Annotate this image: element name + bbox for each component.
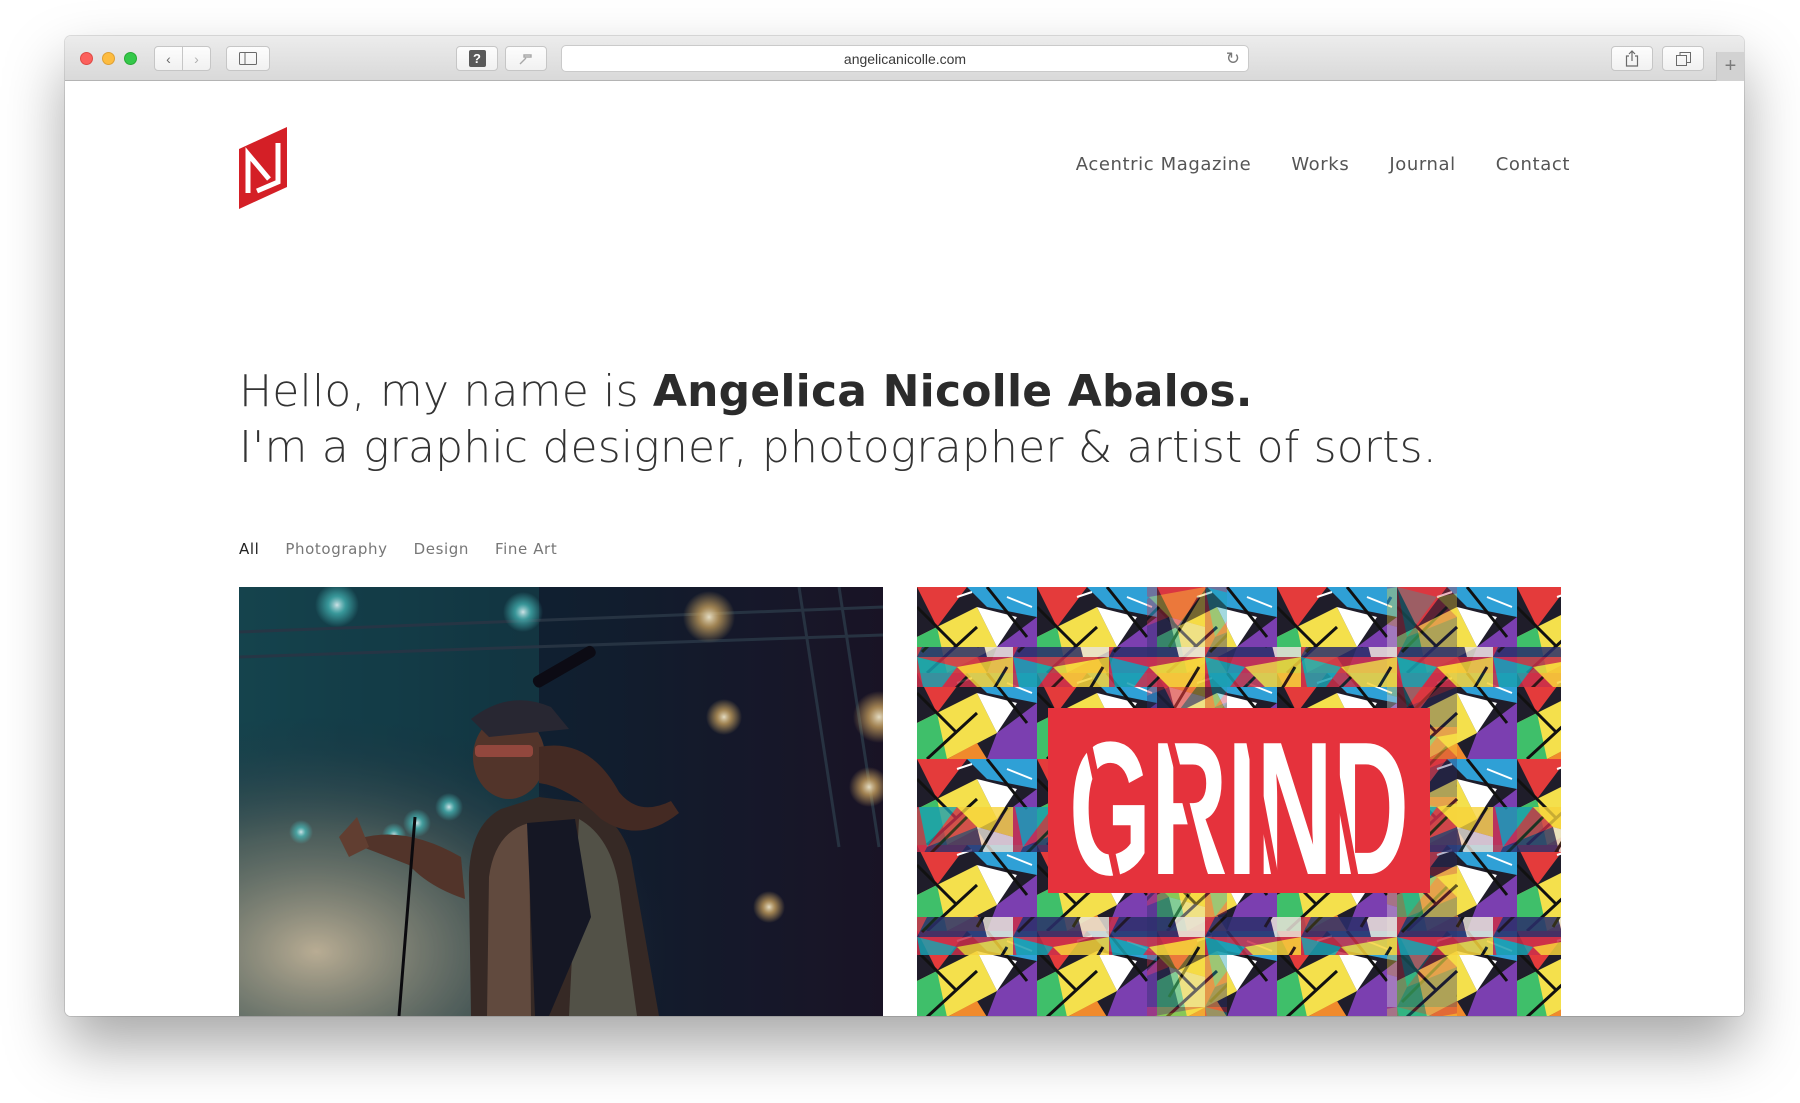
- nav-works[interactable]: Works: [1291, 154, 1349, 175]
- grind-collage: GRIND: [917, 587, 1561, 1016]
- filter-fine-art[interactable]: Fine Art: [495, 540, 557, 558]
- nav-contact[interactable]: Contact: [1496, 154, 1570, 175]
- pin-icon: [519, 53, 532, 64]
- sidebar-icon: [239, 52, 257, 65]
- new-tab-button[interactable]: +: [1716, 52, 1744, 81]
- browser-toolbar: ‹ › ? angelicanicolle.com ↻ +: [65, 36, 1744, 81]
- question-icon: ?: [468, 50, 486, 67]
- hero-greeting-line: Hello, my name is Angelica Nicolle Abalo…: [239, 364, 1437, 420]
- back-button[interactable]: ‹: [154, 46, 183, 71]
- hero-tagline: I'm a graphic designer, photographer & a…: [239, 422, 1437, 473]
- web-page: Acentric Magazine Works Journal Contact …: [65, 82, 1744, 1016]
- history-nav: ‹ ›: [154, 46, 211, 71]
- share-button[interactable]: [1611, 46, 1653, 71]
- portfolio-item-concert[interactable]: [239, 587, 883, 1016]
- browser-window: ‹ › ? angelicanicolle.com ↻ + Acentric M…: [65, 36, 1744, 1016]
- forward-button[interactable]: ›: [182, 46, 211, 71]
- portfolio-item-grind[interactable]: GRIND: [917, 587, 1561, 1016]
- hero-greeting: Hello, my name is: [239, 366, 653, 417]
- address-bar[interactable]: angelicanicolle.com ↻: [561, 45, 1249, 72]
- nav-journal[interactable]: Journal: [1389, 154, 1455, 175]
- hero-intro: Hello, my name is Angelica Nicolle Abalo…: [239, 364, 1437, 476]
- share-icon: [1625, 50, 1639, 67]
- minimize-window-button[interactable]: [102, 52, 115, 65]
- filter-design[interactable]: Design: [414, 540, 469, 558]
- zoom-window-button[interactable]: [124, 52, 137, 65]
- close-window-button[interactable]: [80, 52, 93, 65]
- url-text: angelicanicolle.com: [843, 50, 967, 67]
- tabs-icon: [1675, 51, 1691, 66]
- nav-acentric-magazine[interactable]: Acentric Magazine: [1076, 154, 1252, 175]
- main-nav: Acentric Magazine Works Journal Contact: [1076, 154, 1570, 175]
- hero-name: Angelica Nicolle Abalos.: [652, 366, 1253, 417]
- sidebar-toggle-button[interactable]: [226, 46, 270, 71]
- filter-photography[interactable]: Photography: [285, 540, 387, 558]
- chevron-right-icon: ›: [194, 50, 199, 67]
- chevron-left-icon: ‹: [166, 50, 171, 67]
- filter-all[interactable]: All: [239, 540, 259, 558]
- help-button[interactable]: ?: [456, 46, 498, 71]
- pin-button[interactable]: [505, 46, 547, 71]
- portfolio-filters: All Photography Design Fine Art: [239, 540, 557, 558]
- plus-icon: +: [1724, 55, 1737, 77]
- concert-photo: [239, 587, 883, 1016]
- show-tabs-button[interactable]: [1662, 46, 1704, 71]
- an-monogram-logo[interactable]: [239, 127, 287, 209]
- reload-icon[interactable]: ↻: [1226, 49, 1240, 69]
